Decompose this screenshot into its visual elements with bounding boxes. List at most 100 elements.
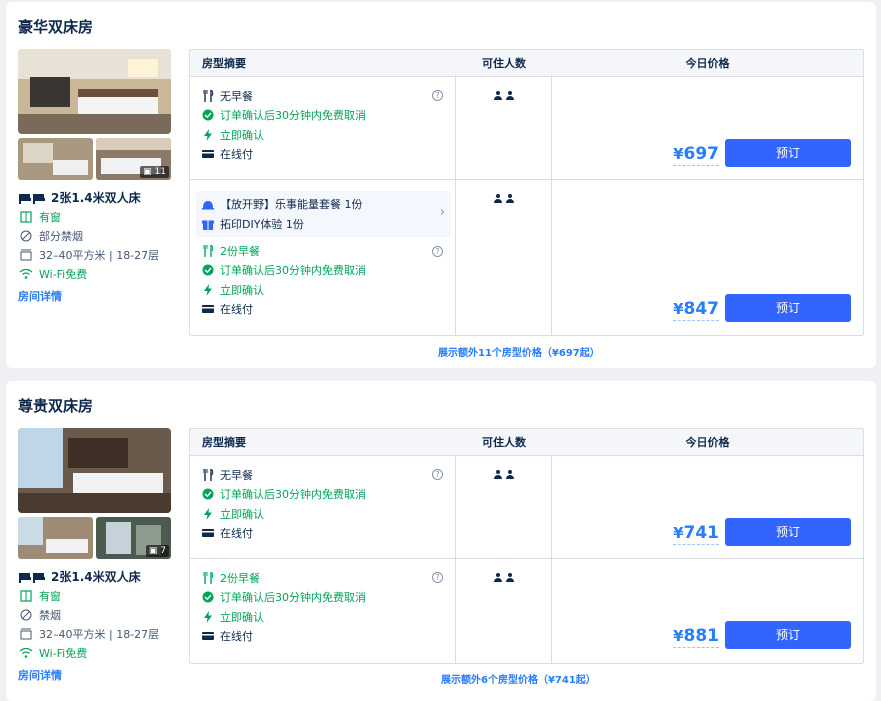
bell-icon [202, 198, 214, 210]
room-card: 豪华双床房 ▣ 11 2张1.4米双人床 有窗 部分禁烟 32–40平方米 | … [6, 2, 876, 368]
price: ¥847 [673, 299, 719, 321]
cancel-policy[interactable]: 订单确认后30分钟内免费取消 [202, 261, 447, 281]
help-icon[interactable]: ? [432, 469, 443, 480]
rates-table: 房型摘要 可住人数 今日价格 无早餐 ? 订单确认后30分钟内免费取消 立即确认 [189, 428, 864, 664]
rate-row: 无早餐 ? 订单确认后30分钟内免费取消 立即确认 在线付 ¥697 预订 [190, 77, 863, 180]
bed-icon [18, 191, 46, 205]
image-icon: ▣ [143, 167, 152, 177]
bed-icon [18, 570, 46, 584]
person-icon [505, 470, 515, 480]
header-occupancy: 可住人数 [482, 57, 526, 70]
wifi-info: Wi-Fi免费 [18, 264, 178, 283]
area-icon [18, 248, 34, 262]
room-photo-main[interactable] [18, 428, 171, 513]
package-item: 【放开野】乐事能量套餐 1份 [202, 194, 445, 214]
payment-info: 在线付 [202, 524, 447, 544]
person-icon [505, 91, 515, 101]
help-icon[interactable]: ? [432, 246, 443, 257]
room-photo-thumb[interactable]: ▣ 7 [96, 517, 171, 559]
window-info: 有窗 [18, 207, 178, 226]
card-icon [202, 148, 214, 160]
area-icon [18, 627, 34, 641]
check-circle-icon [202, 488, 214, 500]
payment-info: 在线付 [202, 145, 447, 165]
show-more-prices-link[interactable]: 展示额外11个房型价格（¥697起） [438, 344, 600, 359]
price: ¥697 [673, 144, 719, 166]
table-header: 房型摘要 可住人数 今日价格 [190, 50, 863, 77]
rate-row: 2份早餐 ? 订单确认后30分钟内免费取消 立即确认 在线付 ¥881 预订 [190, 559, 863, 663]
header-occupancy: 可住人数 [482, 436, 526, 449]
person-icon [493, 91, 503, 101]
bed-info: 2张1.4米双人床 [18, 188, 178, 207]
breakfast-info: 无早餐 [202, 86, 447, 106]
photo-count: ▣ 7 [145, 545, 169, 557]
window-icon [18, 210, 34, 224]
occupancy [456, 456, 552, 558]
room-title: 豪华双床房 [18, 18, 94, 36]
cancel-policy[interactable]: 订单确认后30分钟内免费取消 [202, 588, 447, 608]
payment-info: 在线付 [202, 627, 447, 647]
wifi-icon [18, 267, 34, 281]
person-icon [505, 573, 515, 583]
lightning-icon [202, 507, 214, 520]
room-details-link[interactable]: 房间详情 [18, 288, 178, 304]
cancel-policy[interactable]: 订单确认后30分钟内免费取消 [202, 106, 447, 126]
header-summary: 房型摘要 [202, 57, 246, 70]
occupancy [456, 180, 552, 335]
book-button[interactable]: 预订 [725, 518, 851, 546]
price: ¥741 [673, 523, 719, 545]
package-box[interactable]: 【放开野】乐事能量套餐 1份 拓印DIY体验 1份 › [196, 191, 451, 237]
window-info: 有窗 [18, 586, 178, 605]
smoking-info: 部分禁烟 [18, 226, 178, 245]
book-button[interactable]: 预订 [725, 139, 851, 167]
lightning-icon [202, 610, 214, 623]
utensils-icon [202, 571, 214, 584]
show-more-prices-link[interactable]: 展示额外6个房型价格（¥741起） [441, 671, 596, 686]
person-icon [505, 194, 515, 204]
price: ¥881 [673, 626, 719, 648]
book-button[interactable]: 预订 [725, 294, 851, 322]
person-icon [493, 573, 503, 583]
utensils-icon [202, 468, 214, 481]
lightning-icon [202, 283, 214, 296]
occupancy [456, 77, 552, 179]
room-title: 尊贵双床房 [18, 397, 94, 415]
photo-count: ▣ 11 [140, 166, 169, 178]
smoking-icon [18, 229, 34, 243]
table-header: 房型摘要 可住人数 今日价格 [190, 429, 863, 456]
wifi-icon [18, 646, 34, 660]
area-info: 32–40平方米 | 18-27层 [18, 245, 178, 264]
instant-confirm: 立即确认 [202, 504, 447, 524]
help-icon[interactable]: ? [432, 90, 443, 101]
person-icon [493, 194, 503, 204]
instant-confirm: 立即确认 [202, 125, 447, 145]
person-icon [493, 470, 503, 480]
rate-row: 无早餐 ? 订单确认后30分钟内免费取消 立即确认 在线付 ¥741 预订 [190, 456, 863, 559]
breakfast-info: 2份早餐 [202, 568, 447, 588]
card-icon [202, 527, 214, 539]
rates-table: 房型摘要 可住人数 今日价格 无早餐 ? 订单确认后30分钟内免费取消 立即确认 [189, 49, 864, 336]
room-photo-main[interactable] [18, 49, 171, 134]
gift-icon [202, 218, 214, 230]
rate-row: 【放开野】乐事能量套餐 1份 拓印DIY体验 1份 › 2份早餐 ? 订单确认后… [190, 180, 863, 335]
instant-confirm: 立即确认 [202, 607, 447, 627]
help-icon[interactable]: ? [432, 572, 443, 583]
check-circle-icon [202, 264, 214, 276]
check-circle-icon [202, 109, 214, 121]
room-details-link[interactable]: 房间详情 [18, 667, 178, 683]
window-icon [18, 589, 34, 603]
book-button[interactable]: 预订 [725, 621, 851, 649]
occupancy [456, 559, 552, 663]
utensils-icon [202, 89, 214, 102]
card-icon [202, 630, 214, 642]
room-photo-thumb[interactable] [18, 138, 93, 180]
room-photo-thumb[interactable] [18, 517, 93, 559]
cancel-policy[interactable]: 订单确认后30分钟内免费取消 [202, 485, 447, 505]
check-circle-icon [202, 591, 214, 603]
breakfast-info: 无早餐 [202, 465, 447, 485]
lightning-icon [202, 128, 214, 141]
header-price: 今日价格 [685, 436, 730, 449]
chevron-right-icon: › [439, 205, 445, 220]
smoking-info: 禁烟 [18, 605, 178, 624]
room-photo-thumb[interactable]: ▣ 11 [96, 138, 171, 180]
